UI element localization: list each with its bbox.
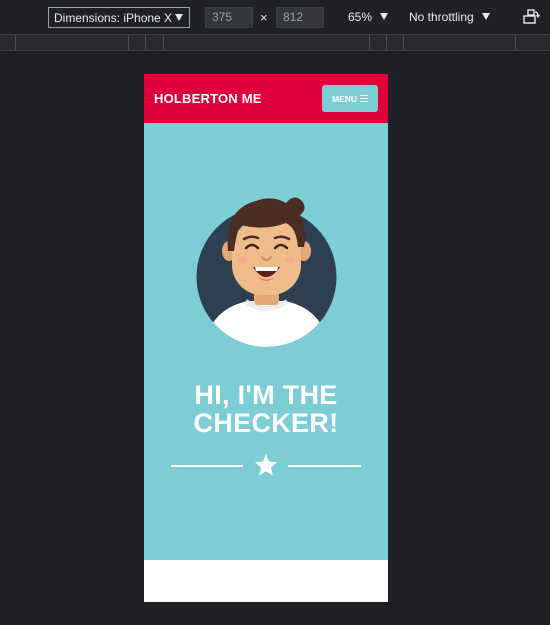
- menu-button[interactable]: MENU: [322, 85, 378, 112]
- hero-title: HI, I'M THE CHECKER!: [144, 381, 388, 437]
- throttling-label: No throttling: [409, 10, 474, 24]
- brand-logo[interactable]: HOLBERTON ME: [154, 91, 262, 106]
- throttling-select[interactable]: No throttling: [409, 10, 490, 24]
- media-query-ruler[interactable]: [0, 34, 550, 51]
- chevron-down-icon: [175, 14, 183, 21]
- width-input[interactable]: 375: [205, 7, 253, 28]
- hero-title-line-1: HI, I'M THE: [194, 380, 338, 410]
- zoom-label: 65%: [348, 10, 373, 24]
- next-section: [144, 560, 388, 602]
- star-divider: [171, 453, 361, 479]
- chevron-down-icon: [481, 13, 490, 20]
- avatar: [196, 197, 337, 347]
- device-toolbar: Dimensions: iPhone X 375 × 812 65% No th…: [0, 0, 550, 34]
- divider-line-right: [288, 465, 361, 467]
- rotate-icon[interactable]: [522, 8, 540, 26]
- zoom-select[interactable]: 65%: [348, 10, 389, 24]
- hero-section: HI, I'M THE CHECKER!: [144, 123, 388, 560]
- height-input[interactable]: 812: [276, 7, 324, 28]
- site-header: HOLBERTON ME MENU: [144, 74, 388, 123]
- star-icon: [255, 454, 277, 476]
- divider-line-left: [171, 465, 243, 467]
- device-viewport: HOLBERTON ME MENU HI, I'M THE CHECKER!: [144, 74, 388, 602]
- dimensions-label: Dimensions: iPhone X: [54, 10, 173, 25]
- dimensions-select[interactable]: Dimensions: iPhone X: [48, 7, 190, 28]
- hero-title-line-2: CHECKER!: [193, 408, 339, 438]
- chevron-down-icon: [380, 13, 389, 20]
- hamburger-icon: [360, 95, 369, 102]
- dimension-separator: ×: [260, 10, 268, 25]
- menu-label: MENU: [331, 93, 358, 104]
